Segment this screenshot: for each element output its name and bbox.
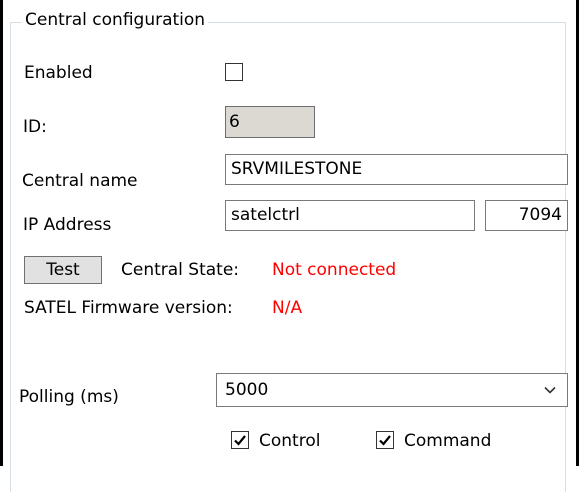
checkmark-icon bbox=[379, 435, 391, 446]
command-label: Command bbox=[404, 431, 492, 451]
firmware-value: N/A bbox=[272, 298, 303, 318]
polling-value: 5000 bbox=[225, 380, 269, 400]
central-state-value: Not connected bbox=[272, 260, 397, 280]
chevron-down-icon bbox=[544, 386, 556, 394]
test-button[interactable]: Test bbox=[24, 256, 102, 284]
command-checkbox[interactable] bbox=[376, 431, 394, 449]
ip-host-input[interactable]: satelctrl bbox=[225, 200, 475, 231]
control-label: Control bbox=[259, 431, 321, 451]
control-checkbox[interactable] bbox=[231, 431, 249, 449]
central-name-label: Central name bbox=[22, 171, 138, 191]
ip-address-label: IP Address bbox=[23, 215, 112, 235]
firmware-label: SATEL Firmware version: bbox=[24, 298, 233, 318]
central-name-input[interactable]: SRVMILESTONE bbox=[225, 154, 568, 185]
enabled-checkbox[interactable] bbox=[225, 63, 243, 81]
checkmark-icon bbox=[234, 435, 246, 446]
group-title: Central configuration bbox=[22, 8, 209, 32]
central-configuration-panel: Central configuration Enabled ID: 6 Cent… bbox=[0, 0, 579, 492]
central-state-label: Central State: bbox=[121, 260, 240, 280]
ip-port-input[interactable]: 7094 bbox=[485, 200, 568, 231]
polling-select[interactable]: 5000 bbox=[216, 373, 568, 407]
left-border bbox=[0, 0, 3, 466]
polling-label: Polling (ms) bbox=[19, 387, 119, 407]
id-label: ID: bbox=[23, 117, 47, 137]
id-field: 6 bbox=[225, 106, 315, 138]
enabled-label: Enabled bbox=[24, 63, 93, 83]
